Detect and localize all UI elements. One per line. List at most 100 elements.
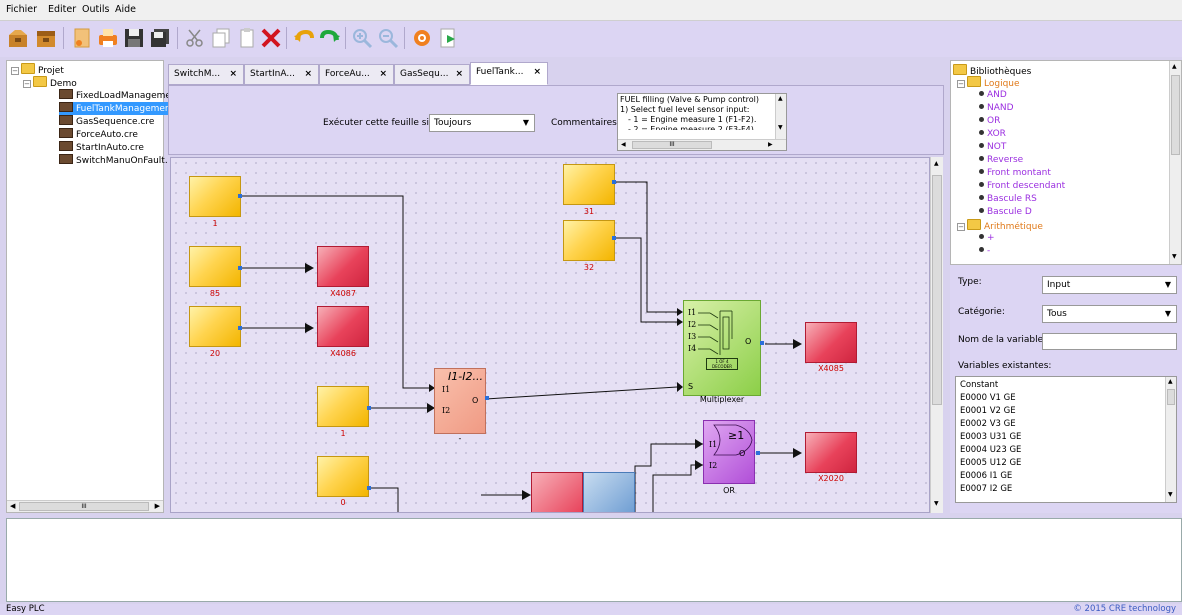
- scroll-thumb[interactable]: III: [632, 141, 712, 149]
- output-port[interactable]: [238, 194, 242, 198]
- menu-fichier[interactable]: Fichier: [6, 4, 37, 15]
- cut-icon[interactable]: [183, 26, 207, 50]
- scroll-up-icon[interactable]: ▲: [934, 160, 939, 167]
- library-item[interactable]: Bascule RS: [979, 193, 1037, 205]
- close-icon[interactable]: ×: [533, 63, 541, 82]
- scroll-left-icon[interactable]: ◀: [621, 141, 626, 148]
- output-port[interactable]: [367, 406, 371, 410]
- scroll-up-icon[interactable]: ▲: [1172, 63, 1177, 70]
- variable-output-block[interactable]: [805, 322, 857, 363]
- collapse-icon[interactable]: −: [11, 67, 19, 75]
- execute-condition-select[interactable]: Toujours ▼: [429, 114, 535, 132]
- scroll-thumb[interactable]: [1171, 75, 1180, 155]
- scroll-thumb[interactable]: III: [19, 502, 149, 511]
- tab-fueltank[interactable]: FuelTank... ×: [470, 62, 548, 85]
- scroll-right-icon[interactable]: ▶: [155, 502, 160, 510]
- collapse-icon[interactable]: −: [957, 80, 965, 88]
- scroll-down-icon[interactable]: ▼: [1168, 491, 1173, 498]
- list-item[interactable]: E0003 U31 GE: [960, 431, 1021, 444]
- menu-editer[interactable]: Editer: [48, 4, 76, 15]
- library-item[interactable]: NAND: [979, 102, 1014, 114]
- close-icon[interactable]: ×: [304, 65, 312, 84]
- library-item[interactable]: -: [979, 245, 990, 253]
- comments-hscroll[interactable]: ◀ III ▶: [618, 139, 786, 150]
- library-item[interactable]: NOT: [979, 141, 1006, 153]
- close-icon[interactable]: ×: [455, 65, 463, 84]
- output-port[interactable]: [238, 326, 242, 330]
- output-console[interactable]: [6, 518, 1182, 602]
- variable-name-input[interactable]: [1042, 333, 1177, 350]
- comments-vscroll[interactable]: ▲ ▼: [775, 94, 786, 139]
- list-item[interactable]: E0004 U23 GE: [960, 444, 1021, 457]
- constant-input-block[interactable]: [563, 164, 615, 205]
- scroll-up-icon[interactable]: ▲: [778, 95, 783, 102]
- close-icon[interactable]: ×: [379, 65, 387, 84]
- paste-icon[interactable]: [235, 26, 259, 50]
- scroll-thumb[interactable]: [1167, 389, 1175, 405]
- existing-variables-list[interactable]: Constant E0000 V1 GE E0001 V2 GE E0002 V…: [955, 376, 1177, 503]
- library-category-logique[interactable]: − Logique: [957, 76, 1020, 89]
- constant-input-block[interactable]: [189, 306, 241, 347]
- scroll-down-icon[interactable]: ▼: [778, 124, 783, 131]
- open-project-icon[interactable]: [6, 26, 30, 50]
- constant-input-block[interactable]: [189, 246, 241, 287]
- library-item[interactable]: Reverse: [979, 154, 1023, 166]
- output-port[interactable]: [367, 486, 371, 490]
- library-vscrollbar[interactable]: ▲ ▼: [1169, 61, 1181, 264]
- collapse-icon[interactable]: −: [23, 80, 31, 88]
- scroll-up-icon[interactable]: ▲: [1168, 378, 1173, 385]
- list-item[interactable]: E0006 I1 GE: [960, 470, 1012, 483]
- compile-icon[interactable]: [410, 26, 434, 50]
- close-project-icon[interactable]: [34, 26, 58, 50]
- library-item[interactable]: +: [979, 232, 995, 244]
- list-item[interactable]: E0000 V1 GE: [960, 392, 1016, 405]
- tree-root[interactable]: − Projet: [11, 63, 64, 76]
- menu-aide[interactable]: Aide: [115, 4, 136, 15]
- library-item[interactable]: AND: [979, 89, 1007, 101]
- list-item[interactable]: E0007 I2 GE: [960, 483, 1012, 496]
- zoom-out-icon[interactable]: [376, 26, 400, 50]
- output-port[interactable]: [612, 236, 616, 240]
- tree-file[interactable]: StartInAuto.cre: [59, 141, 144, 154]
- category-select[interactable]: Tous ▼: [1042, 305, 1177, 323]
- library-item[interactable]: OR: [979, 115, 1000, 127]
- constant-input-block[interactable]: [563, 220, 615, 261]
- library-item[interactable]: XOR: [979, 128, 1006, 140]
- tab-forceau[interactable]: ForceAu... ×: [319, 64, 394, 85]
- subtract-block[interactable]: I1-I2... I1 I2 O: [434, 368, 486, 434]
- variable-output-block[interactable]: [805, 432, 857, 473]
- tab-startina[interactable]: StartInA... ×: [244, 64, 319, 85]
- project-hscrollbar[interactable]: ◀ III ▶: [7, 500, 163, 512]
- tree-file[interactable]: GasSequence.cre: [59, 115, 154, 128]
- tree-file[interactable]: ForceAuto.cre: [59, 128, 138, 141]
- tree-file[interactable]: FixedLoadManageme: [59, 89, 171, 102]
- scroll-thumb[interactable]: [932, 175, 942, 405]
- tree-file[interactable]: SwitchManuOnFault.: [59, 154, 168, 167]
- scroll-left-icon[interactable]: ◀: [10, 502, 15, 510]
- variable-output-block[interactable]: [317, 306, 369, 347]
- constant-input-block[interactable]: [317, 456, 369, 497]
- copy-icon[interactable]: [209, 26, 233, 50]
- type-select[interactable]: Input ▼: [1042, 276, 1177, 294]
- scroll-down-icon[interactable]: ▼: [1172, 253, 1177, 260]
- tab-gassequ[interactable]: GasSequ... ×: [394, 64, 470, 85]
- library-item[interactable]: Front montant: [979, 167, 1051, 179]
- tree-folder-demo[interactable]: − Demo: [23, 76, 77, 89]
- export-icon[interactable]: [436, 26, 460, 50]
- or-gate-block[interactable]: ≥1 I1 I2 O: [703, 420, 755, 484]
- library-category-arithmetique[interactable]: − Arithmétique: [957, 219, 1043, 232]
- list-item[interactable]: E0001 V2 GE: [960, 405, 1016, 418]
- output-port[interactable]: [612, 180, 616, 184]
- variable-output-block[interactable]: [317, 246, 369, 287]
- copyright-link[interactable]: © 2015 CRE technology: [1073, 604, 1176, 614]
- save-icon[interactable]: [122, 26, 146, 50]
- print-icon[interactable]: [96, 26, 120, 50]
- library-item[interactable]: Front descendant: [979, 180, 1065, 192]
- output-port[interactable]: [485, 396, 489, 400]
- tab-switchm[interactable]: SwitchM... ×: [168, 64, 244, 85]
- redo-icon[interactable]: [318, 26, 342, 50]
- save-all-icon[interactable]: [148, 26, 172, 50]
- list-item[interactable]: E0005 U12 GE: [960, 457, 1021, 470]
- close-icon[interactable]: ×: [229, 65, 237, 84]
- multiplexer-block[interactable]: I1 I2 I3 I4 S O 1 OF 4 DECODER: [683, 300, 761, 396]
